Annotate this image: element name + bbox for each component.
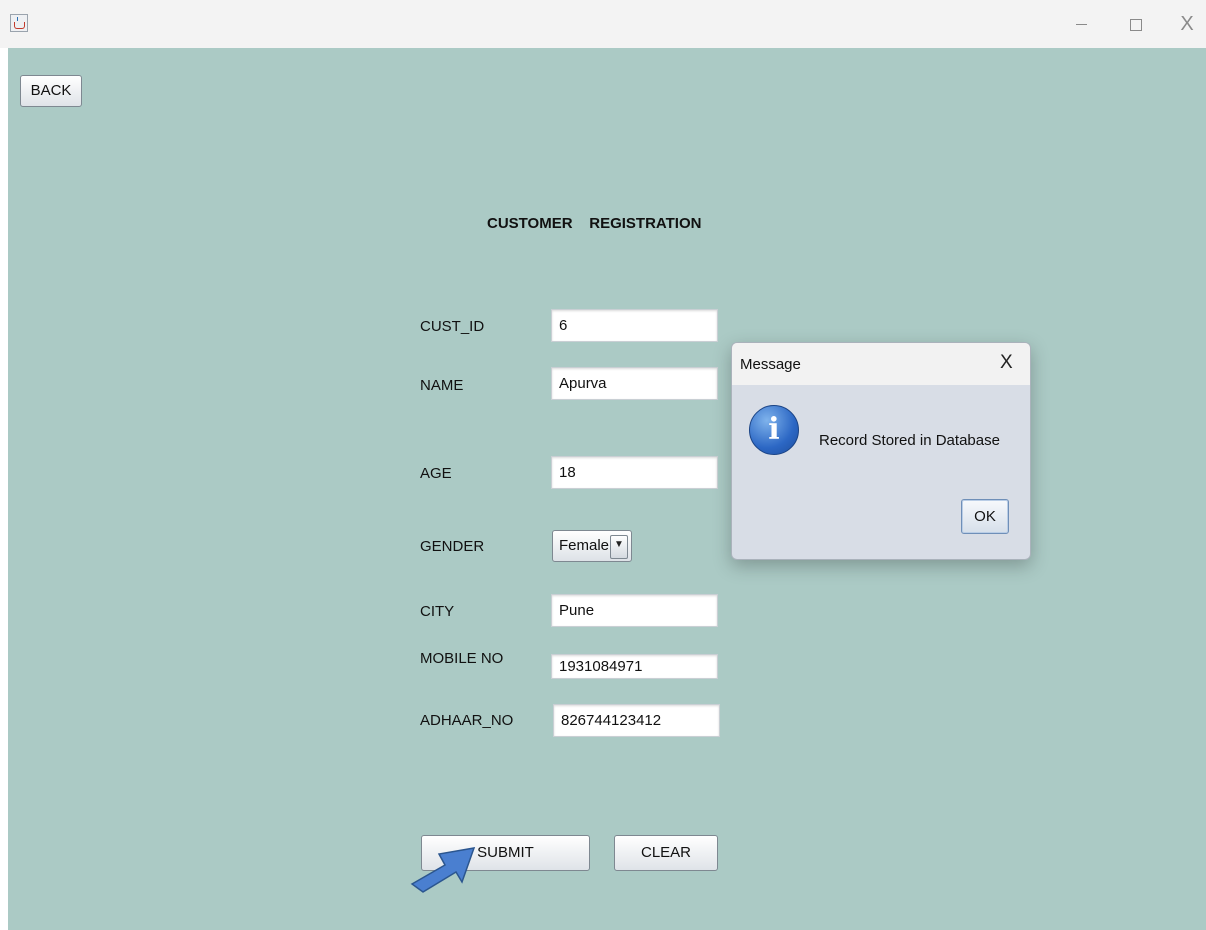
- page-title: CUSTOMER REGISTRATION: [487, 215, 702, 232]
- ok-button[interactable]: OK: [961, 499, 1009, 534]
- adhaar-no-label: ADHAAR_NO: [420, 712, 514, 729]
- name-field[interactable]: Apurva: [551, 367, 718, 400]
- age-field[interactable]: 18: [551, 456, 718, 489]
- app-window: X BACK CUSTOMER REGISTRATION CUST_ID 6 N…: [0, 0, 1206, 930]
- back-button[interactable]: BACK: [20, 75, 82, 107]
- dialog-message: Record Stored in Database: [819, 432, 1000, 449]
- gender-label: GENDER: [420, 538, 485, 555]
- maximize-icon: [1130, 18, 1142, 31]
- gender-select[interactable]: Female ▼: [552, 530, 632, 562]
- minimize-button[interactable]: [1066, 10, 1096, 38]
- dialog-titlebar: Message X: [732, 343, 1030, 385]
- city-field[interactable]: Pune: [551, 594, 718, 627]
- city-label: CITY: [420, 603, 455, 620]
- age-label: AGE: [420, 465, 452, 482]
- dialog-title: Message: [740, 356, 801, 373]
- gender-selected-value: Female: [559, 537, 610, 554]
- window-close-button[interactable]: X: [1172, 10, 1202, 38]
- minimize-icon: [1075, 24, 1087, 26]
- window-border: [0, 48, 8, 930]
- java-cup-icon: [10, 14, 28, 32]
- dialog-close-button[interactable]: X: [1000, 352, 1013, 374]
- window-titlebar: X: [0, 0, 1206, 48]
- chevron-down-icon[interactable]: ▼: [610, 535, 628, 559]
- mobile-no-field[interactable]: 1931084971: [551, 654, 718, 679]
- pointer-arrow-icon: [410, 847, 476, 893]
- maximize-button[interactable]: [1121, 10, 1151, 38]
- mobile-no-label: MOBILE NO: [420, 650, 504, 667]
- name-label: NAME: [420, 377, 464, 394]
- info-icon: i: [749, 405, 799, 455]
- cust-id-label: CUST_ID: [420, 318, 485, 335]
- cust-id-field[interactable]: 6: [551, 309, 718, 342]
- message-dialog: Message X i Record Stored in Database OK: [731, 342, 1031, 560]
- clear-button[interactable]: CLEAR: [614, 835, 718, 871]
- adhaar-no-field[interactable]: 826744123412: [553, 704, 720, 737]
